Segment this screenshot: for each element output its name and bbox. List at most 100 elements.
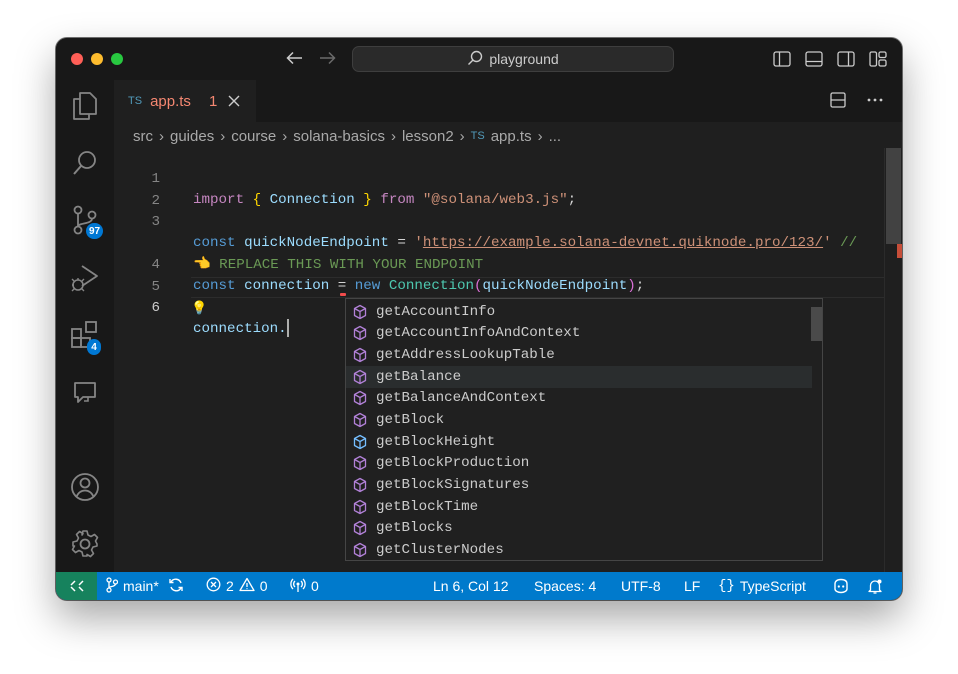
suggestion-label: getBlockProduction bbox=[376, 455, 530, 472]
warning-icon bbox=[239, 577, 255, 595]
suggestion-label: getBlocks bbox=[376, 520, 453, 537]
suggestion-label: getBlock bbox=[376, 412, 445, 429]
suggestion-item[interactable]: getBlockHeight bbox=[346, 431, 812, 453]
tab-problem-count: 1 bbox=[208, 92, 218, 110]
error-icon bbox=[206, 577, 221, 595]
method-icon bbox=[350, 345, 370, 365]
chevron-right-icon: › bbox=[537, 127, 543, 145]
customize-layout-icon[interactable] bbox=[868, 49, 888, 69]
code-line-active: 6 connection. bbox=[114, 277, 884, 338]
method-icon bbox=[350, 367, 370, 387]
suggestion-item[interactable]: getAddressLookupTable bbox=[346, 344, 812, 366]
sync-icon[interactable] bbox=[168, 577, 184, 596]
language-label: TypeScript bbox=[739, 578, 806, 594]
chevron-right-icon: › bbox=[459, 127, 465, 145]
suggestion-item[interactable]: getBlock bbox=[346, 409, 812, 431]
code-editor[interactable]: 1 import { Connection } from "@solana/we… bbox=[114, 148, 902, 572]
editor-scrollbar[interactable] bbox=[884, 148, 902, 572]
ports-status[interactable]: 0 bbox=[290, 572, 319, 600]
breadcrumb: src › guides › course › solana-basics › less… bbox=[133, 124, 561, 148]
suggestion-label: getClusterNodes bbox=[376, 541, 504, 558]
extensions-icon[interactable]: 4 bbox=[68, 318, 102, 355]
breadcrumb-item[interactable]: guides bbox=[170, 128, 214, 145]
eol-status[interactable]: LF bbox=[684, 572, 700, 600]
problems-status[interactable]: 2 0 bbox=[206, 572, 268, 600]
back-arrow-icon[interactable] bbox=[284, 47, 306, 69]
minimize-window-button[interactable] bbox=[91, 53, 103, 65]
copilot-icon[interactable] bbox=[832, 572, 850, 600]
typescript-file-icon: TS bbox=[128, 95, 143, 107]
zoom-window-button[interactable] bbox=[111, 53, 123, 65]
indentation-status[interactable]: Spaces: 4 bbox=[534, 572, 596, 600]
suggestions-scrollbar-thumb[interactable] bbox=[811, 307, 822, 341]
braces-icon: {} bbox=[718, 578, 735, 594]
close-icon[interactable] bbox=[227, 94, 241, 108]
remote-indicator-icon[interactable] bbox=[56, 572, 97, 600]
suggestion-label: getBlockTime bbox=[376, 498, 479, 515]
code-line-wrapped: 👈 REPLACE THIS WITH YOUR ENDPOINT bbox=[193, 256, 484, 273]
chevron-right-icon: › bbox=[282, 127, 288, 145]
tab-app-ts[interactable]: TS app.ts 1 bbox=[114, 80, 256, 122]
breadcrumb-item[interactable]: solana-basics bbox=[293, 128, 385, 145]
toggle-panel-icon[interactable] bbox=[804, 49, 824, 69]
source-control-badge: 97 bbox=[86, 223, 104, 239]
cursor-position[interactable]: Ln 6, Col 12 bbox=[433, 572, 509, 600]
broadcast-icon bbox=[290, 577, 306, 596]
suggestion-item[interactable]: getBalanceAndContext bbox=[346, 388, 812, 410]
language-mode[interactable]: {} TypeScript bbox=[718, 572, 806, 600]
close-window-button[interactable] bbox=[71, 53, 83, 65]
status-bar: main* 2 0 0 Ln 6, Col 12 Spaces: 4 UTF-8… bbox=[56, 572, 902, 600]
suggestion-label: getBalanceAndContext bbox=[376, 390, 547, 407]
split-editor-icon[interactable] bbox=[830, 92, 846, 113]
suggestion-label: getBlockSignatures bbox=[376, 476, 530, 493]
notifications-bell-icon[interactable] bbox=[867, 572, 883, 600]
breadcrumb-item[interactable]: course bbox=[231, 128, 276, 145]
chevron-right-icon: › bbox=[159, 127, 164, 145]
toggle-secondary-sidebar-icon[interactable] bbox=[836, 49, 856, 69]
error-count: 2 bbox=[226, 578, 234, 594]
account-icon[interactable] bbox=[68, 470, 102, 504]
toggle-primary-sidebar-icon[interactable] bbox=[772, 49, 792, 69]
scrollbar-thumb[interactable] bbox=[886, 148, 901, 244]
method-icon bbox=[350, 410, 370, 430]
breadcrumb-more[interactable]: ... bbox=[549, 128, 562, 145]
more-actions-icon[interactable] bbox=[866, 92, 884, 113]
command-center-label: playground bbox=[489, 51, 559, 67]
breadcrumb-item[interactable]: lesson2 bbox=[402, 128, 454, 145]
activity-bar: 97 4 bbox=[56, 80, 114, 572]
search-icon[interactable] bbox=[68, 146, 102, 180]
ports-count: 0 bbox=[311, 578, 319, 594]
method-icon bbox=[350, 518, 370, 538]
suggestion-item[interactable]: getBlocks bbox=[346, 518, 812, 540]
extensions-badge: 4 bbox=[87, 339, 101, 355]
line-number: 6 bbox=[151, 300, 160, 316]
command-center-search[interactable]: playground bbox=[352, 46, 674, 72]
explorer-files-icon[interactable] bbox=[68, 89, 102, 123]
chat-icon[interactable] bbox=[68, 377, 102, 411]
editor-tab-bar: TS app.ts 1 bbox=[114, 80, 902, 122]
code-line: 2 bbox=[114, 170, 884, 209]
suggestion-item[interactable]: getClusterNodes bbox=[346, 539, 812, 560]
breadcrumb-item[interactable]: src bbox=[133, 128, 153, 145]
typescript-file-icon: TS bbox=[470, 130, 485, 142]
chevron-right-icon: › bbox=[390, 127, 396, 145]
vscode-window: playground 97 4 TS app.ts 1 src › guides… bbox=[56, 38, 902, 600]
error-squiggle bbox=[340, 293, 346, 296]
source-control-icon[interactable]: 97 bbox=[68, 203, 104, 239]
method-icon bbox=[350, 453, 370, 473]
encoding-status[interactable]: UTF-8 bbox=[621, 572, 661, 600]
branch-status[interactable]: main* bbox=[106, 572, 184, 600]
suggestion-item[interactable]: getBlockSignatures bbox=[346, 474, 812, 496]
suggestion-item[interactable]: getBlockTime bbox=[346, 496, 812, 518]
method-icon bbox=[350, 497, 370, 517]
gear-icon[interactable] bbox=[68, 527, 102, 561]
suggestion-item[interactable]: getAccountInfoAndContext bbox=[346, 323, 812, 345]
breadcrumb-file[interactable]: app.ts bbox=[491, 128, 532, 145]
suggestion-item[interactable]: getAccountInfo bbox=[346, 301, 812, 323]
suggestion-item[interactable]: getBlockProduction bbox=[346, 453, 812, 475]
search-icon bbox=[467, 50, 483, 69]
forward-arrow-icon[interactable] bbox=[316, 47, 338, 69]
run-debug-icon[interactable] bbox=[68, 261, 102, 295]
suggestion-item[interactable]: getBalance bbox=[346, 365, 812, 388]
lightbulb-icon[interactable]: 💡 bbox=[191, 298, 207, 319]
